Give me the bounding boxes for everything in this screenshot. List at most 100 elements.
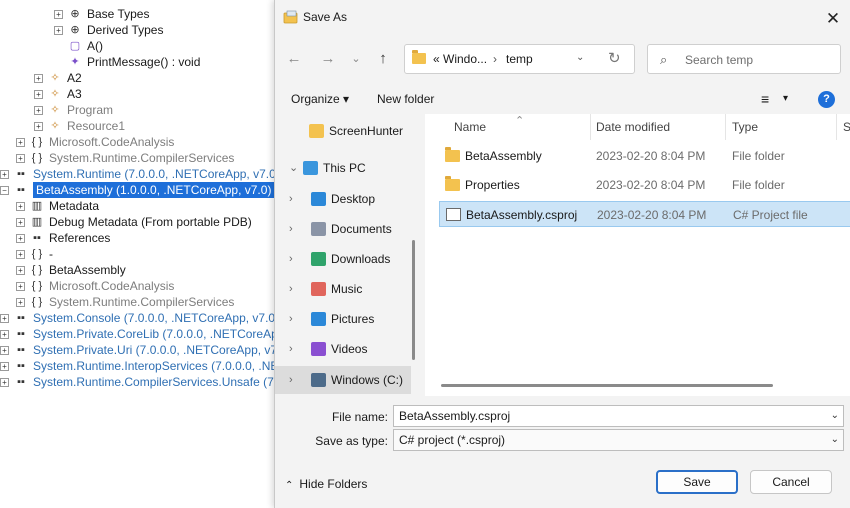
tree-node-label: BetaAssembly: [49, 263, 126, 277]
refresh-icon[interactable]: ↻: [608, 49, 621, 67]
class-icon: ✧: [50, 104, 60, 116]
expand-icon[interactable]: +: [16, 282, 25, 291]
file-name-input[interactable]: BetaAssembly.csproj ⌄: [393, 405, 844, 427]
chevron-right-icon[interactable]: ›: [289, 275, 293, 303]
dialog-title: Save As: [303, 10, 348, 24]
nav-item-documents[interactable]: › Documents: [275, 215, 411, 243]
namespace-icon: { }: [31, 296, 43, 308]
column-date-modified[interactable]: Date modified: [596, 114, 670, 140]
up-button[interactable]: ↑: [372, 48, 394, 70]
column-size[interactable]: S: [843, 114, 850, 140]
tree-node-label: System.Private.Uri (7.0.0.0, .NETCoreApp…: [33, 343, 292, 357]
nav-item-downloads[interactable]: › Downloads: [275, 245, 411, 273]
column-type[interactable]: Type: [732, 114, 758, 140]
recent-locations-button[interactable]: ⌄: [345, 48, 367, 70]
file-type: C# Project file: [733, 208, 808, 222]
chevron-down-icon[interactable]: ⌄: [289, 154, 298, 182]
address-dropdown-icon[interactable]: ⌄: [576, 52, 584, 63]
expand-icon[interactable]: +: [54, 10, 63, 19]
namespace-icon: { }: [31, 248, 43, 260]
navigation-bar: ← → ⌄ ↑ « Windo... › temp ⌄ ↻ ⌕ Search t…: [275, 36, 850, 82]
forward-button[interactable]: →: [317, 48, 339, 70]
expand-icon[interactable]: +: [16, 202, 25, 211]
file-row[interactable]: BetaAssembly 2023-02-20 8:04 PM File folde…: [439, 143, 850, 169]
nav-item-videos[interactable]: › Videos: [275, 335, 411, 363]
expand-icon[interactable]: +: [34, 106, 43, 115]
expand-icon[interactable]: +: [16, 250, 25, 259]
nav-item-this-pc[interactable]: ⌄ This PC: [275, 154, 411, 182]
chevron-right-icon[interactable]: ›: [289, 185, 293, 213]
tree-node-label: BetaAssembly (1.0.0.0, .NETCoreApp, v7.0…: [33, 182, 275, 198]
pictures-icon: [311, 312, 326, 326]
breadcrumb-temp[interactable]: temp: [506, 52, 533, 66]
search-box[interactable]: ⌕ Search temp: [647, 44, 841, 74]
collapse-icon[interactable]: −: [0, 186, 9, 195]
file-type: File folder: [732, 178, 785, 192]
save-button[interactable]: Save: [656, 470, 738, 494]
nav-item-label: Videos: [331, 342, 368, 356]
file-row[interactable]: C# BetaAssembly.csproj 2023-02-20 8:04 PM C…: [439, 201, 850, 227]
desktop-icon: [311, 192, 326, 206]
expand-icon[interactable]: +: [34, 74, 43, 83]
expand-icon[interactable]: +: [16, 138, 25, 147]
arrow-up-icon: ↑: [379, 50, 387, 67]
tree-node-label: System.Runtime.CompilerServices.Unsafe (…: [33, 375, 298, 389]
help-icon[interactable]: ?: [818, 91, 835, 108]
expand-icon[interactable]: +: [0, 346, 9, 355]
nav-item-music[interactable]: › Music: [275, 275, 411, 303]
save-as-icon: [283, 10, 298, 24]
nav-pane-scrollbar[interactable]: [412, 240, 415, 360]
expand-icon[interactable]: +: [0, 330, 9, 339]
nav-item-pictures[interactable]: › Pictures: [275, 305, 411, 333]
command-bar: Organize ▾ New folder ≡ ▾ ?: [275, 86, 850, 114]
expand-icon[interactable]: +: [16, 154, 25, 163]
expand-icon[interactable]: +: [0, 170, 9, 179]
expand-icon[interactable]: +: [16, 266, 25, 275]
chevron-right-icon[interactable]: ›: [289, 305, 293, 333]
expand-icon[interactable]: +: [34, 90, 43, 99]
file-row[interactable]: Properties 2023-02-20 8:04 PM File folder: [439, 172, 850, 198]
expand-icon[interactable]: +: [16, 234, 25, 243]
folder-icon: [445, 176, 460, 191]
downloads-icon: [311, 252, 326, 266]
chevron-down-icon: ▾: [343, 92, 350, 106]
save-as-type-select[interactable]: C# project (*.csproj) ⌄: [393, 429, 844, 451]
expand-icon[interactable]: +: [16, 218, 25, 227]
assembly-icon: ▪▪: [17, 168, 25, 180]
nav-item-screenhunter[interactable]: ScreenHunter: [275, 117, 411, 145]
view-dropdown-icon[interactable]: ▾: [783, 93, 788, 104]
tree-node-label: PrintMessage() : void: [87, 55, 201, 69]
breadcrumb-separator: ›: [493, 52, 497, 66]
expand-icon[interactable]: +: [0, 362, 9, 371]
organize-menu[interactable]: Organize ▾: [291, 92, 349, 106]
nav-item-windows-c[interactable]: › Windows (C:): [275, 366, 411, 394]
new-folder-button[interactable]: New folder: [377, 92, 434, 106]
method-icon: ✦: [70, 56, 80, 68]
nav-item-label: ScreenHunter: [329, 124, 404, 138]
chevron-down-icon[interactable]: ⌄: [831, 430, 839, 450]
address-bar[interactable]: « Windo... › temp ⌄ ↻: [404, 44, 635, 74]
expand-icon[interactable]: +: [16, 298, 25, 307]
search-icon: ⌕: [660, 52, 668, 67]
expand-icon[interactable]: +: [0, 314, 9, 323]
chevron-down-icon[interactable]: ⌄: [831, 406, 839, 426]
tree-node-label: System.Runtime.CompilerServices: [49, 295, 235, 309]
expand-icon[interactable]: +: [54, 26, 63, 35]
chevron-right-icon[interactable]: ›: [289, 366, 293, 394]
view-options-icon[interactable]: ≡: [761, 91, 769, 107]
sort-ascending-icon: ⌃: [515, 115, 525, 127]
chevron-right-icon[interactable]: ›: [289, 215, 293, 243]
nav-item-label: Downloads: [331, 252, 391, 266]
chevron-right-icon[interactable]: ›: [289, 245, 293, 273]
back-button[interactable]: ←: [283, 48, 305, 70]
close-button[interactable]: ✕: [815, 6, 850, 32]
column-name[interactable]: Name: [454, 114, 486, 140]
hide-folders-button[interactable]: ⌃ Hide Folders: [285, 477, 367, 491]
expand-icon[interactable]: +: [0, 378, 9, 387]
horizontal-scrollbar[interactable]: [441, 384, 773, 387]
breadcrumb-windows[interactable]: « Windo...: [433, 52, 487, 66]
chevron-right-icon[interactable]: ›: [289, 335, 293, 363]
expand-icon[interactable]: +: [34, 122, 43, 131]
cancel-button[interactable]: Cancel: [750, 470, 832, 494]
nav-item-desktop[interactable]: › Desktop: [275, 185, 411, 213]
